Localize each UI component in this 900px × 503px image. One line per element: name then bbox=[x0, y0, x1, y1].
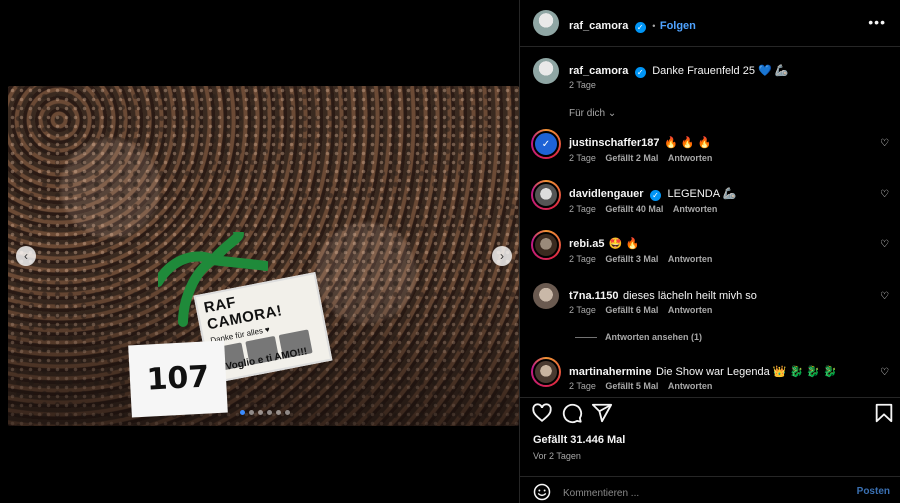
jersey: 107 bbox=[128, 340, 228, 418]
comment-avatar[interactable] bbox=[533, 283, 559, 309]
comment-likes[interactable]: Gefällt 5 Mal bbox=[605, 381, 658, 391]
comment-text: 🤩 🔥 bbox=[608, 238, 640, 250]
comment-username[interactable]: rebi.a5 bbox=[569, 238, 604, 250]
comment-text: Die Show war Legenda 👑 🐉 🐉 🐉 bbox=[655, 366, 837, 378]
comment-meta: 2 Tage Gefällt 2 Mal Antworten bbox=[569, 153, 719, 163]
heart-icon[interactable] bbox=[531, 402, 553, 424]
reply-button[interactable]: Antworten bbox=[668, 305, 713, 315]
post-photo[interactable]: RAF CAMORA! Danke für alles ♥ ¡ Voglio e… bbox=[8, 86, 519, 426]
comment-meta: 2 Tage Gefällt 3 Mal Antworten bbox=[569, 254, 719, 264]
comment-item: rebi.a5 🤩 🔥 bbox=[569, 234, 639, 252]
carousel-indicator bbox=[240, 410, 290, 415]
reply-button[interactable]: Antworten bbox=[673, 204, 718, 214]
comment-like-icon[interactable]: ♡ bbox=[880, 291, 890, 302]
comment-item: justinschaffer187 🔥 🔥 🔥 bbox=[569, 133, 711, 151]
comment-likes[interactable]: Gefällt 40 Mal bbox=[605, 204, 663, 214]
bookmark-icon[interactable] bbox=[873, 402, 895, 424]
carousel-dot bbox=[285, 410, 290, 415]
comment-time: 2 Tage bbox=[569, 381, 596, 391]
comment-item: davidlengauer ✓ LEGENDA 🦾 bbox=[569, 184, 736, 202]
comment-meta: 2 Tage Gefällt 6 Mal Antworten bbox=[569, 305, 719, 315]
send-icon[interactable] bbox=[591, 402, 613, 424]
comment-avatar[interactable] bbox=[531, 230, 561, 260]
verified-badge-icon: ✓ bbox=[634, 22, 646, 33]
author-username[interactable]: raf_camora bbox=[569, 20, 628, 32]
comment-time: 2 Tage bbox=[569, 305, 596, 315]
caption-text: Danke Frauenfeld 25 💙 🦾 bbox=[652, 65, 789, 77]
comment-like-icon[interactable]: ♡ bbox=[880, 189, 890, 200]
comment-avatar[interactable] bbox=[531, 180, 561, 210]
caption-avatar[interactable] bbox=[533, 58, 559, 84]
comment-likes[interactable]: Gefällt 2 Mal bbox=[605, 153, 658, 163]
follow-button[interactable]: Folgen bbox=[660, 20, 696, 32]
comment-likes[interactable]: Gefällt 3 Mal bbox=[605, 254, 658, 264]
comment-time: 2 Tage bbox=[569, 204, 596, 214]
caption-username[interactable]: raf_camora bbox=[569, 65, 628, 77]
view-replies-label: Antworten ansehen (1) bbox=[605, 332, 703, 342]
comment-icon[interactable] bbox=[561, 402, 583, 424]
actions-divider bbox=[520, 397, 900, 398]
reply-button[interactable]: Antworten bbox=[668, 254, 713, 264]
comment-avatar[interactable]: ✓ bbox=[531, 129, 561, 159]
comment-meta: 2 Tage Gefällt 40 Mal Antworten bbox=[569, 204, 724, 214]
post-details-panel: raf_camora ✓ • Folgen ••• raf_camora ✓ D… bbox=[519, 0, 900, 503]
comment-meta: 2 Tage Gefällt 5 Mal Antworten bbox=[569, 381, 719, 391]
chevron-right-icon: › bbox=[500, 249, 504, 263]
caption: raf_camora ✓ Danke Frauenfeld 25 💙 🦾 bbox=[569, 61, 788, 79]
comment-username[interactable]: justinschaffer187 bbox=[569, 137, 659, 149]
carousel-dot bbox=[258, 410, 263, 415]
dot-separator: • bbox=[652, 21, 656, 31]
comment-item: martinahermine Die Show war Legenda 👑 🐉 … bbox=[569, 362, 837, 380]
comment-time: 2 Tage bbox=[569, 254, 596, 264]
more-options-icon[interactable]: ••• bbox=[868, 14, 886, 30]
replies-line bbox=[575, 336, 597, 338]
comment-text: LEGENDA 🦾 bbox=[667, 188, 737, 200]
carousel-dot bbox=[267, 410, 272, 415]
media-viewer: RAF CAMORA! Danke für alles ♥ ¡ Voglio e… bbox=[0, 0, 519, 503]
comment-like-icon[interactable]: ♡ bbox=[880, 367, 890, 378]
comment-composer: Posten bbox=[520, 476, 900, 503]
carousel-dot bbox=[249, 410, 254, 415]
comment-avatar[interactable] bbox=[531, 357, 561, 387]
post-comment-button[interactable]: Posten bbox=[857, 486, 890, 497]
comment-item: t7na.1150 dieses lächeln heilt mivh so bbox=[569, 286, 757, 304]
comment-text: dieses lächeln heilt mivh so bbox=[623, 290, 757, 302]
verified-badge-icon: ✓ bbox=[650, 190, 662, 201]
author-avatar[interactable] bbox=[533, 10, 559, 36]
comment-input[interactable] bbox=[563, 486, 823, 500]
comment-likes[interactable]: Gefällt 6 Mal bbox=[605, 305, 658, 315]
caption-time: 2 Tage bbox=[569, 80, 596, 90]
comment-username[interactable]: martinahermine bbox=[569, 366, 652, 378]
comment-username[interactable]: davidlengauer bbox=[569, 188, 644, 200]
chevron-left-icon: ‹ bbox=[24, 249, 28, 263]
post-time: Vor 2 Tagen bbox=[533, 451, 581, 461]
reply-button[interactable]: Antworten bbox=[668, 153, 713, 163]
comment-like-icon[interactable]: ♡ bbox=[880, 239, 890, 250]
previous-image-button[interactable]: ‹ bbox=[16, 246, 36, 266]
view-replies-button[interactable]: Antworten ansehen (1) bbox=[575, 332, 702, 342]
header-divider bbox=[520, 46, 900, 47]
comment-sort-dropdown[interactable]: Für dich ⌄ bbox=[569, 108, 616, 119]
carousel-dot bbox=[240, 410, 245, 415]
comment-like-icon[interactable]: ♡ bbox=[880, 138, 890, 149]
comment-username[interactable]: t7na.1150 bbox=[569, 290, 619, 302]
action-bar bbox=[520, 400, 900, 424]
post-header: raf_camora ✓ • Folgen bbox=[569, 16, 696, 34]
likes-count[interactable]: Gefällt 31.446 Mal bbox=[533, 434, 625, 446]
emoji-icon[interactable] bbox=[533, 483, 551, 501]
comment-time: 2 Tage bbox=[569, 153, 596, 163]
next-image-button[interactable]: › bbox=[492, 246, 512, 266]
reply-button[interactable]: Antworten bbox=[668, 381, 713, 391]
nike-logo-icon: ✓ bbox=[541, 138, 551, 150]
carousel-dot bbox=[276, 410, 281, 415]
comment-text: 🔥 🔥 🔥 bbox=[663, 137, 712, 149]
verified-badge-icon: ✓ bbox=[634, 67, 646, 78]
